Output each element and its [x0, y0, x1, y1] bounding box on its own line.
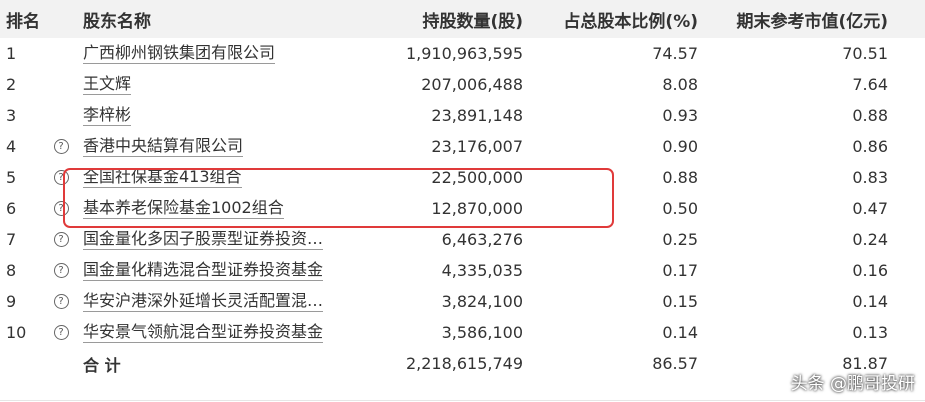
info-cell: [48, 69, 74, 100]
name-cell: 华安景气领航混合型证券投资基金: [83, 317, 363, 348]
total-shares: 2,218,615,749: [405, 354, 523, 373]
shares-cell: 3,824,100: [441, 292, 523, 311]
ratio-cell: 0.14: [662, 323, 698, 342]
header-name: 股东名称: [83, 11, 151, 32]
total-label: 合 计: [83, 355, 121, 375]
question-icon[interactable]: ?: [53, 325, 69, 340]
total-row: 合 计 2,218,615,749 86.57 81.87: [0, 348, 925, 379]
info-cell: ?: [48, 317, 74, 348]
question-icon[interactable]: ?: [53, 263, 69, 278]
info-cell: ?: [48, 286, 74, 317]
value-cell: 0.24: [852, 230, 888, 249]
value-cell: 0.83: [852, 168, 888, 187]
name-cell: 李梓彬: [83, 100, 363, 131]
table-row: 4? 香港中央結算有限公司 23,176,007 0.90 0.86: [0, 131, 925, 162]
name-cell: 王文辉: [83, 69, 363, 100]
value-cell: 7.64: [852, 75, 888, 94]
watermark: 头条 @鹏哥投研: [790, 373, 915, 394]
header-value: 期末参考市值(亿元): [736, 11, 888, 32]
shares-cell: 4,335,035: [441, 261, 523, 280]
table-row: 2 王文辉 207,006,488 8.08 7.64: [0, 69, 925, 100]
header-shares: 持股数量(股): [422, 11, 523, 32]
question-icon[interactable]: ?: [53, 232, 69, 247]
shares-cell: 6,463,276: [441, 230, 523, 249]
divider: [0, 400, 925, 401]
value-cell: 0.86: [852, 137, 888, 156]
shareholder-name-link[interactable]: 华安景气领航混合型证券投资基金: [83, 322, 324, 343]
ratio-cell: 74.57: [652, 44, 698, 63]
table-row: 9? 华安沪港深外延增长灵活配置混… 3,824,100 0.15 0.14: [0, 286, 925, 317]
ratio-cell: 0.25: [662, 230, 698, 249]
value-cell: 70.51: [842, 44, 888, 63]
shareholder-name-link[interactable]: 王文辉: [83, 74, 132, 95]
shares-cell: 3,586,100: [441, 323, 523, 342]
value-cell: 0.14: [852, 292, 888, 311]
shareholder-name-link[interactable]: 香港中央結算有限公司: [83, 136, 244, 157]
shareholder-name-link[interactable]: 华安沪港深外延增长灵活配置混…: [83, 291, 324, 312]
total-ratio: 86.57: [652, 354, 698, 373]
value-cell: 0.16: [852, 261, 888, 280]
highlight-box: [63, 168, 614, 228]
info-cell: ?: [48, 131, 74, 162]
name-cell: 国金量化精选混合型证券投资基金: [83, 255, 363, 286]
question-icon[interactable]: ?: [53, 139, 69, 154]
name-cell: 华安沪港深外延增长灵活配置混…: [83, 286, 363, 317]
ratio-cell: 0.17: [662, 261, 698, 280]
header-rank: 排名: [6, 11, 40, 32]
shareholder-name-link[interactable]: 李梓彬: [83, 105, 132, 126]
info-cell: ?: [48, 224, 74, 255]
header-ratio: 占总股本比例(%): [563, 11, 698, 32]
value-cell: 0.47: [852, 199, 888, 218]
ratio-cell: 0.93: [662, 106, 698, 125]
info-cell: ?: [48, 255, 74, 286]
table-row: 8? 国金量化精选混合型证券投资基金 4,335,035 0.17 0.16: [0, 255, 925, 286]
info-cell: [48, 38, 74, 69]
table-row: 10? 华安景气领航混合型证券投资基金 3,586,100 0.14 0.13: [0, 317, 925, 348]
shares-cell: 23,891,148: [431, 106, 523, 125]
shares-cell: 207,006,488: [421, 75, 523, 94]
shareholder-name-link[interactable]: 国金量化精选混合型证券投资基金: [83, 260, 324, 281]
ratio-cell: 8.08: [662, 75, 698, 94]
table-row: 1 广西柳州钢铁集团有限公司 1,910,963,595 74.57 70.51: [0, 38, 925, 69]
table-row: 3 李梓彬 23,891,148 0.93 0.88: [0, 100, 925, 131]
table-header: 排名 股东名称 持股数量(股) 占总股本比例(%) 期末参考市值(亿元): [0, 0, 925, 38]
value-cell: 0.13: [852, 323, 888, 342]
ratio-cell: 0.15: [662, 292, 698, 311]
question-icon[interactable]: ?: [53, 294, 69, 309]
ratio-cell: 0.90: [662, 137, 698, 156]
shareholder-name-link[interactable]: 国金量化多因子股票型证券投资…: [83, 229, 324, 250]
value-cell: 0.88: [852, 106, 888, 125]
shares-cell: 1,910,963,595: [405, 44, 523, 63]
name-cell: 国金量化多因子股票型证券投资…: [83, 224, 363, 255]
shareholder-name-link[interactable]: 广西柳州钢铁集团有限公司: [83, 43, 276, 64]
table-row: 7? 国金量化多因子股票型证券投资… 6,463,276 0.25 0.24: [0, 224, 925, 255]
name-cell: 广西柳州钢铁集团有限公司: [83, 38, 363, 69]
info-cell: [48, 100, 74, 131]
shares-cell: 23,176,007: [431, 137, 523, 156]
name-cell: 香港中央結算有限公司: [83, 131, 363, 162]
